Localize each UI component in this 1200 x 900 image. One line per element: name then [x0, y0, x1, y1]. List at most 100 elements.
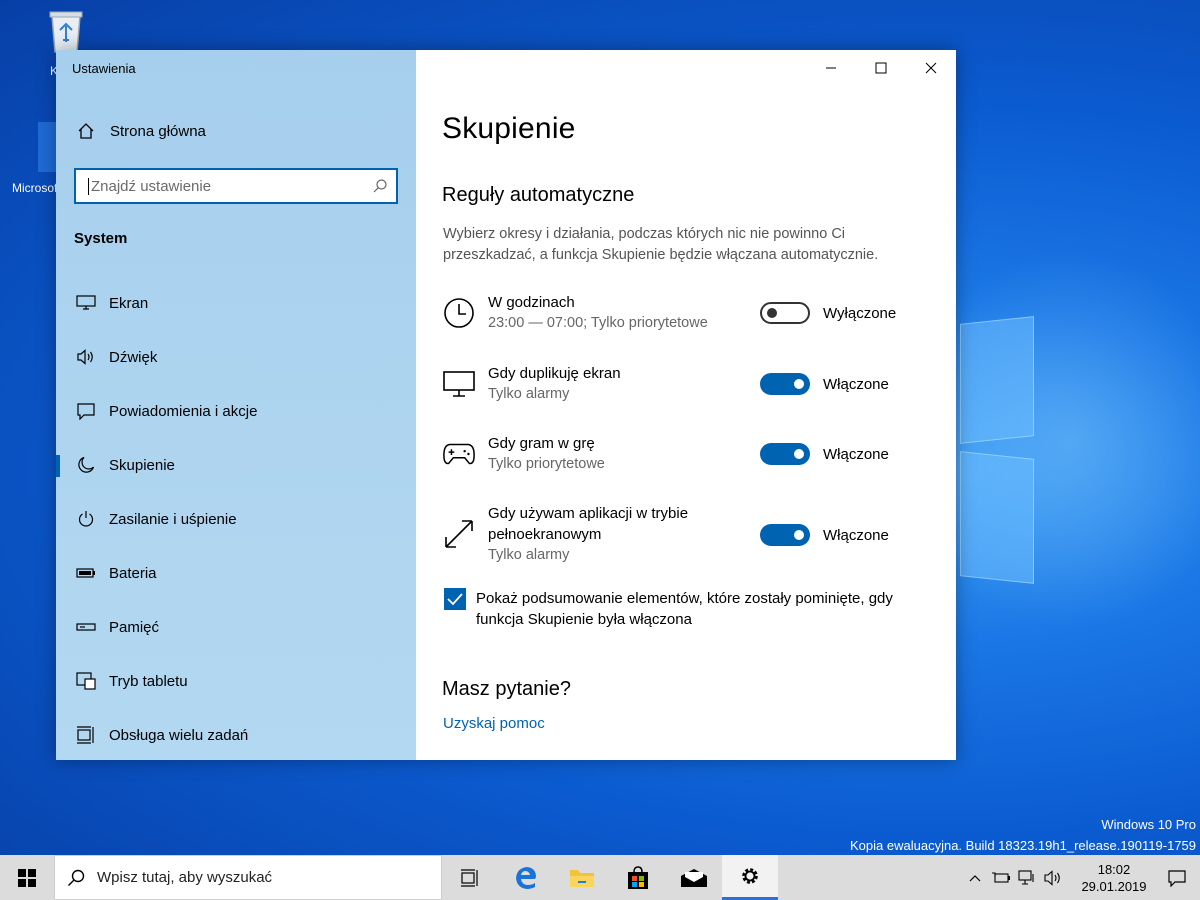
sidebar-item-bateria[interactable]: Bateria — [56, 546, 416, 600]
sidebar-item-tryb-tabletu[interactable]: Tryb tabletu — [56, 654, 416, 708]
sidebar-item-zasilanie[interactable]: Zasilanie i uśpienie — [56, 492, 416, 546]
sidebar-nav: Ekran Dźwięk Powiadomienia i akcje Skupi… — [56, 276, 416, 762]
page-title: Skupienie — [442, 112, 576, 145]
home-label: Strona główna — [110, 122, 206, 140]
settings-search-input[interactable] — [88, 177, 372, 195]
sidebar-item-dzwiek[interactable]: Dźwięk — [56, 330, 416, 384]
window-title: Ustawienia — [72, 61, 136, 76]
home-button[interactable]: Strona główna — [74, 122, 206, 140]
settings-search-box[interactable] — [74, 168, 398, 204]
storage-icon — [74, 617, 98, 637]
windows-start-icon — [18, 868, 36, 887]
minimize-icon — [826, 67, 836, 69]
gamepad-icon — [442, 437, 476, 471]
maximize-button[interactable] — [856, 50, 906, 86]
taskbar-search-placeholder: Wpisz tutaj, aby wyszukać — [97, 869, 273, 886]
taskbar-search-box[interactable]: Wpisz tutaj, aby wyszukać — [54, 855, 442, 900]
notification-icon — [1168, 869, 1186, 887]
taskbar: Wpisz tutaj, aby wyszukać 18:02 29.01.20… — [0, 855, 1200, 900]
fullscreen-icon — [442, 517, 476, 551]
notification-icon — [74, 401, 98, 421]
toggle-state-label: Włączone — [823, 445, 889, 463]
search-icon — [68, 869, 85, 886]
rule-toggle[interactable] — [760, 443, 810, 465]
taskbar-clock[interactable]: 18:02 29.01.2019 — [1074, 861, 1154, 895]
rule-row: W godzinach 23:00 — 07:00; Tylko prioryt… — [442, 292, 902, 334]
file-explorer-button[interactable] — [554, 855, 610, 900]
tablet-icon — [74, 671, 98, 691]
rule-toggle[interactable] — [760, 524, 810, 546]
store-button[interactable] — [610, 855, 666, 900]
settings-content: Skupienie Reguły automatyczne Wybierz ok… — [416, 50, 956, 760]
folder-icon — [570, 869, 594, 887]
sidebar-item-label: Pamięć — [109, 618, 160, 636]
toggle-state-label: Wyłączone — [823, 304, 897, 322]
moon-icon — [74, 455, 98, 475]
rule-detail: 23:00 — 07:00; Tylko priorytetowe — [488, 315, 708, 331]
battery-icon — [74, 563, 98, 583]
sidebar-item-label: Powiadomienia i akcje — [109, 402, 258, 420]
sidebar-item-label: Dźwięk — [109, 348, 158, 366]
rule-name: Gdy duplikuję ekran — [488, 365, 621, 382]
edge-icon — [516, 866, 536, 889]
get-help-link[interactable]: Uzyskaj pomoc — [443, 715, 545, 732]
rule-row: Gdy używam aplikacji w trybie pełnoekran… — [442, 503, 902, 566]
multitask-icon — [74, 725, 98, 745]
rule-toggle[interactable] — [760, 302, 810, 324]
rule-detail: Tylko alarmy — [488, 547, 570, 563]
rule-name: Gdy używam aplikacji w trybie pełnoekran… — [488, 505, 689, 543]
mail-button[interactable] — [666, 855, 722, 900]
clock-time: 18:02 — [1097, 861, 1131, 877]
sidebar-item-wiele-zadan[interactable]: Obsługa wielu zadań — [56, 708, 416, 762]
summary-checkbox[interactable] — [444, 588, 466, 610]
sidebar-item-pamiec[interactable]: Pamięć — [56, 600, 416, 654]
rule-toggle[interactable] — [760, 373, 810, 395]
store-icon — [628, 865, 648, 889]
rule-detail: Tylko priorytetowe — [488, 456, 605, 472]
search-icon[interactable] — [372, 178, 388, 194]
volume-icon — [1044, 869, 1060, 886]
settings-window: Ustawienia Strona główna System Ekran Dź… — [56, 50, 956, 760]
help-heading: Masz pytanie? — [442, 678, 571, 700]
windows-logo-pane — [960, 316, 1034, 444]
window-controls — [806, 50, 956, 86]
summary-checkbox-row[interactable]: Pokaż podsumowanie elementów, które zost… — [444, 588, 924, 630]
edge-desktop-icon[interactable]: Microsoft Edge — [10, 122, 64, 195]
battery-tray-button[interactable] — [988, 871, 1014, 885]
volume-tray-button[interactable] — [1040, 869, 1066, 886]
speaker-icon — [74, 347, 98, 367]
sidebar-item-ekran[interactable]: Ekran — [56, 276, 416, 330]
desktop-icon-label: Microsoft Edge — [12, 181, 58, 195]
network-tray-button[interactable] — [1014, 869, 1040, 886]
sidebar-item-label: Bateria — [109, 564, 157, 582]
edge-taskbar-button[interactable] — [498, 855, 554, 900]
power-icon — [74, 509, 98, 529]
clock-date: 29.01.2019 — [1081, 878, 1147, 894]
watermark-build: Kopia ewaluacyjna. Build 18323.19h1_rele… — [850, 838, 1196, 853]
show-hidden-icons-button[interactable] — [962, 874, 988, 882]
sidebar-item-skupienie[interactable]: Skupienie — [56, 438, 416, 492]
settings-sidebar: Ustawienia Strona główna System Ekran Dź… — [56, 50, 416, 760]
sidebar-item-label: Tryb tabletu — [109, 672, 188, 690]
settings-taskbar-button[interactable] — [722, 855, 778, 900]
task-view-icon — [461, 868, 478, 887]
battery-plug-icon — [992, 871, 1010, 883]
chevron-up-icon — [969, 874, 981, 881]
summary-checkbox-label: Pokaż podsumowanie elementów, które zost… — [476, 590, 893, 628]
minimize-button[interactable] — [806, 50, 856, 86]
sidebar-item-powiadomienia[interactable]: Powiadomienia i akcje — [56, 384, 416, 438]
monitor-icon — [74, 293, 98, 313]
task-view-button[interactable] — [442, 855, 498, 900]
rule-row: Gdy duplikuję ekran Tylko alarmy Włączon… — [442, 363, 902, 405]
close-button[interactable] — [906, 50, 956, 86]
rule-name: Gdy gram w grę — [488, 435, 595, 452]
display-icon — [442, 367, 476, 401]
toggle-state-label: Włączone — [823, 526, 889, 544]
sidebar-item-label: Zasilanie i uśpienie — [109, 510, 237, 528]
start-button[interactable] — [0, 855, 54, 900]
sidebar-item-label: Skupienie — [109, 456, 175, 474]
action-center-button[interactable] — [1154, 869, 1200, 887]
gear-icon — [742, 868, 758, 884]
checkmark-icon — [447, 593, 463, 606]
windows-logo-pane — [960, 451, 1034, 584]
